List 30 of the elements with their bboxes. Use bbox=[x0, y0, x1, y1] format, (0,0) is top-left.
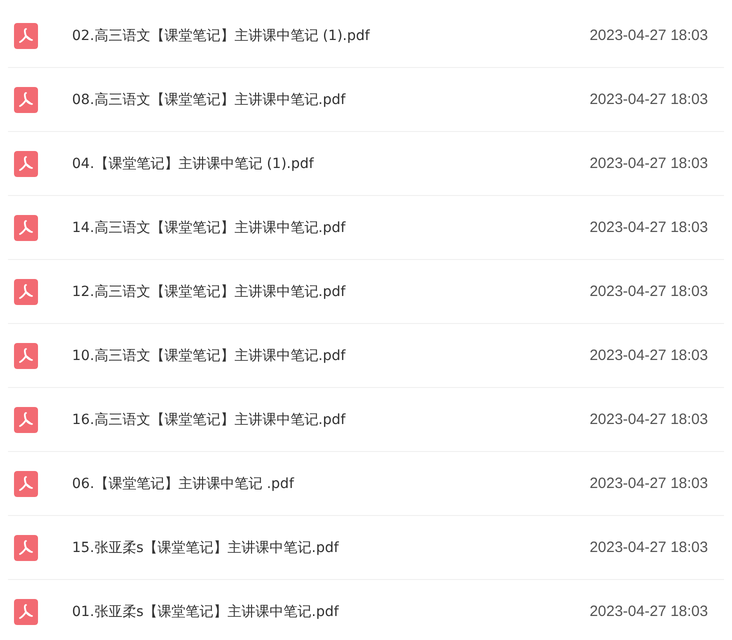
modified-date: 2023-04-27 18:03 bbox=[590, 27, 708, 44]
pdf-file-icon bbox=[14, 150, 38, 176]
modified-date: 2023-04-27 18:03 bbox=[590, 219, 708, 236]
pdf-file-icon bbox=[14, 342, 38, 368]
file-name[interactable]: 04.【课堂笔记】主讲课中笔记 (1).pdf bbox=[72, 154, 590, 172]
pdf-file-icon bbox=[14, 534, 38, 560]
file-name[interactable]: 15.张亚柔s【课堂笔记】主讲课中笔记.pdf bbox=[72, 538, 590, 556]
pdf-file-icon bbox=[14, 22, 38, 48]
file-name[interactable]: 02.高三语文【课堂笔记】主讲课中笔记 (1).pdf bbox=[72, 26, 590, 44]
pdf-file-icon bbox=[14, 86, 38, 112]
modified-date: 2023-04-27 18:03 bbox=[590, 475, 708, 492]
file-name[interactable]: 01.张亚柔s【课堂笔记】主讲课中笔记.pdf bbox=[72, 602, 590, 620]
file-name[interactable]: 16.高三语文【课堂笔记】主讲课中笔记.pdf bbox=[72, 410, 590, 428]
modified-date: 2023-04-27 18:03 bbox=[590, 603, 708, 620]
file-name[interactable]: 06.【课堂笔记】主讲课中笔记 .pdf bbox=[72, 474, 590, 492]
modified-date: 2023-04-27 18:03 bbox=[590, 91, 708, 108]
modified-date: 2023-04-27 18:03 bbox=[590, 411, 708, 428]
file-name[interactable]: 08.高三语文【课堂笔记】主讲课中笔记.pdf bbox=[72, 90, 590, 108]
file-name[interactable]: 14.高三语文【课堂笔记】主讲课中笔记.pdf bbox=[72, 218, 590, 236]
pdf-file-icon bbox=[14, 278, 38, 304]
modified-date: 2023-04-27 18:03 bbox=[590, 283, 708, 300]
modified-date: 2023-04-27 18:03 bbox=[590, 155, 708, 172]
modified-date: 2023-04-27 18:03 bbox=[590, 347, 708, 364]
file-name[interactable]: 10.高三语文【课堂笔记】主讲课中笔记.pdf bbox=[72, 346, 590, 364]
pdf-file-icon bbox=[14, 470, 38, 496]
pdf-file-icon bbox=[14, 406, 38, 432]
modified-date: 2023-04-27 18:03 bbox=[590, 539, 708, 556]
pdf-file-icon bbox=[14, 214, 38, 240]
file-name[interactable]: 12.高三语文【课堂笔记】主讲课中笔记.pdf bbox=[72, 282, 590, 300]
pdf-file-icon bbox=[14, 598, 38, 624]
